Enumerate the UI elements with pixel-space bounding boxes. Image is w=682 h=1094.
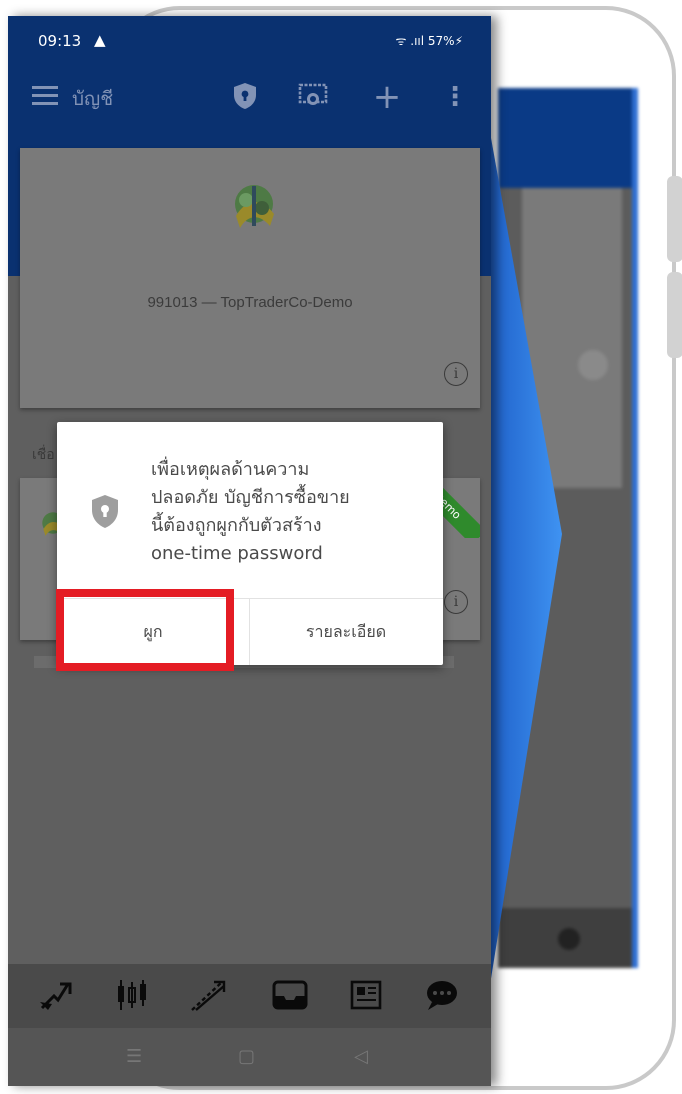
recent-apps-button[interactable]: ☰ (126, 1046, 142, 1067)
menu-icon[interactable] (32, 86, 58, 106)
info-icon[interactable]: i (444, 590, 468, 614)
add-icon[interactable]: + (372, 80, 402, 114)
info-icon[interactable]: i (444, 362, 468, 386)
volume-up-button (667, 176, 682, 262)
home-button[interactable]: ▢ (238, 1046, 255, 1067)
account-card[interactable]: 991013 — TopTraderCo-Demo i (20, 148, 480, 408)
shield-lock-icon (92, 495, 118, 528)
dialog-message: เพื่อเหตุผลด้านความ ปลอดภัย บัญชีการซื้อ… (151, 459, 350, 564)
status-bar: 09:13 ▲ ᯤ .ııl 57%⚡ (8, 16, 491, 68)
warning-icon: ▲ (94, 31, 106, 49)
app-bar: บัญชี + ⋮ (8, 68, 491, 128)
page-title: บัญชี (72, 88, 114, 110)
chat-icon[interactable] (422, 978, 462, 1014)
background-circle (578, 350, 608, 380)
details-button[interactable]: รายละเอียด (250, 599, 442, 665)
chart-icon[interactable] (112, 978, 152, 1014)
bind-button[interactable]: ผูก (57, 599, 249, 665)
trade-icon[interactable] (188, 978, 228, 1014)
more-vertical-icon[interactable]: ⋮ (440, 82, 470, 112)
certificate-icon[interactable] (298, 82, 328, 112)
section-label: เชื่อ (32, 447, 55, 463)
volume-down-button (667, 272, 682, 358)
bottom-navigation (8, 964, 491, 1028)
background-edge (632, 88, 638, 968)
history-icon[interactable] (270, 978, 310, 1014)
news-icon[interactable] (346, 978, 386, 1014)
status-indicators: ᯤ .ııl 57%⚡ (395, 34, 464, 48)
account-name: 991013 — TopTraderCo-Demo (147, 294, 353, 311)
shield-icon[interactable] (230, 82, 260, 112)
otp-bind-dialog: เพื่อเหตุผลด้านความ ปลอดภัย บัญชีการซื้อ… (57, 422, 443, 665)
transition-wedge (486, 110, 562, 1010)
back-button[interactable]: ◁ (354, 1046, 368, 1067)
status-time: 09:13 (38, 32, 82, 50)
quotes-icon[interactable] (36, 978, 76, 1014)
metatrader-logo (235, 185, 274, 228)
phone-screen: 09:13 ▲ ᯤ .ııl 57%⚡ บัญชี + ⋮ 991013 — T… (8, 16, 491, 1086)
system-navigation: ☰ ▢ ◁ (8, 1028, 491, 1086)
